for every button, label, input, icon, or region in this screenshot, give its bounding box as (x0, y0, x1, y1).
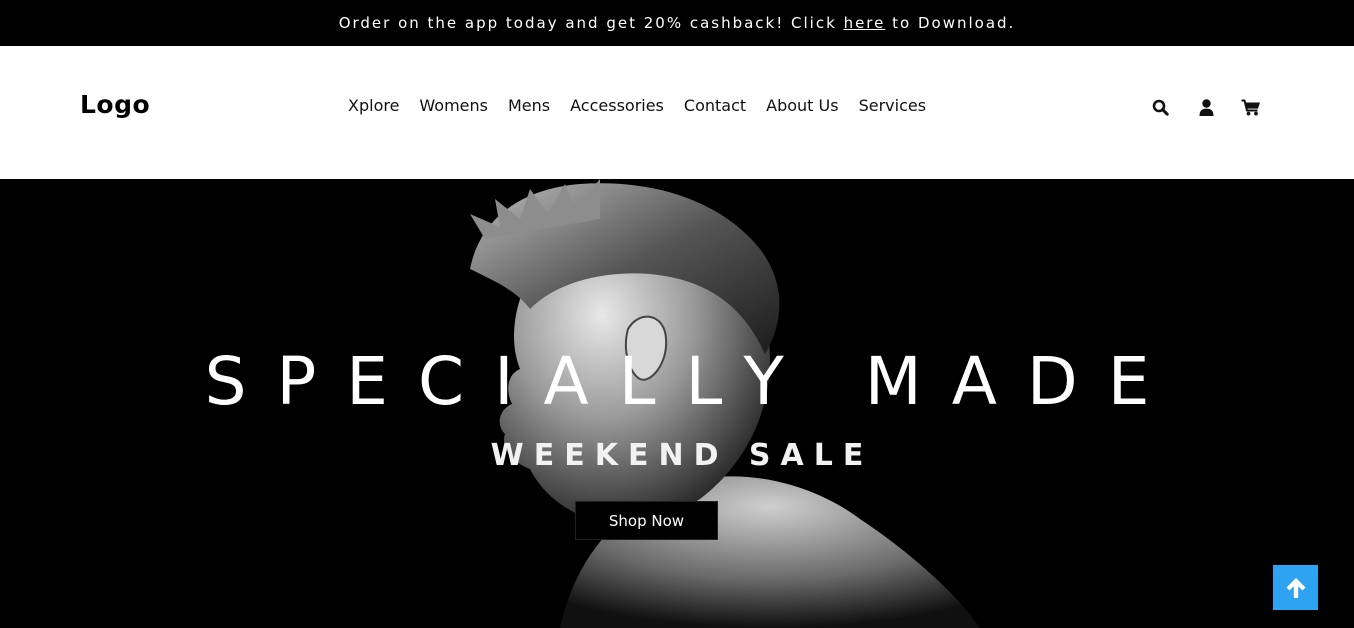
arrow-up-icon (1286, 577, 1305, 598)
hero-banner: SPECIALLY MADE WEEKEND SALE Shop Now (0, 179, 1354, 628)
hero-title: SPECIALLY MADE (204, 343, 1180, 420)
cart-icon[interactable] (1241, 96, 1261, 118)
shop-now-button[interactable]: Shop Now (575, 501, 718, 540)
user-icon[interactable] (1196, 96, 1216, 118)
site-header: Logo Xplore Womens Mens Accessories Cont… (0, 46, 1354, 179)
announcement-bar: Order on the app today and get 20% cashb… (0, 0, 1354, 46)
search-icon[interactable] (1150, 96, 1170, 118)
announcement-text-end: to Download. (892, 14, 1016, 32)
download-link[interactable]: here (844, 14, 886, 32)
announcement-text: Order on the app today and get 20% cashb… (338, 14, 837, 32)
hero-subtitle: WEEKEND SALE (490, 438, 874, 473)
back-to-top-button[interactable] (1273, 565, 1318, 610)
header-tools (0, 96, 1354, 120)
